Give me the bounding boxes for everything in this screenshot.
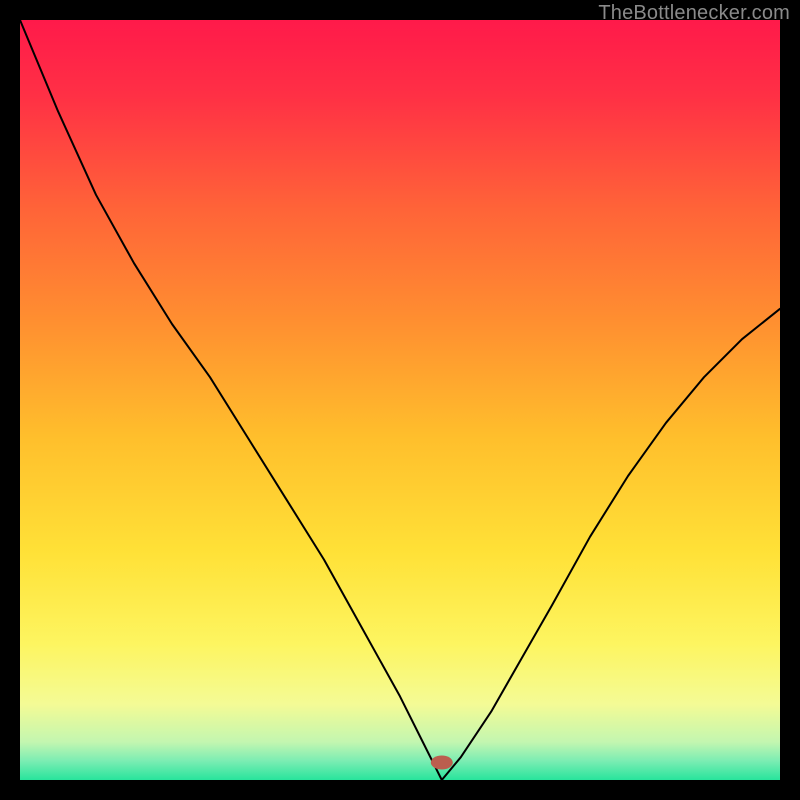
bottleneck-chart — [0, 0, 800, 800]
chart-stage: TheBottlenecker.com — [0, 0, 800, 800]
gradient-panel — [20, 20, 780, 780]
optimal-point-marker — [431, 756, 453, 770]
attribution-text: TheBottlenecker.com — [598, 2, 790, 25]
